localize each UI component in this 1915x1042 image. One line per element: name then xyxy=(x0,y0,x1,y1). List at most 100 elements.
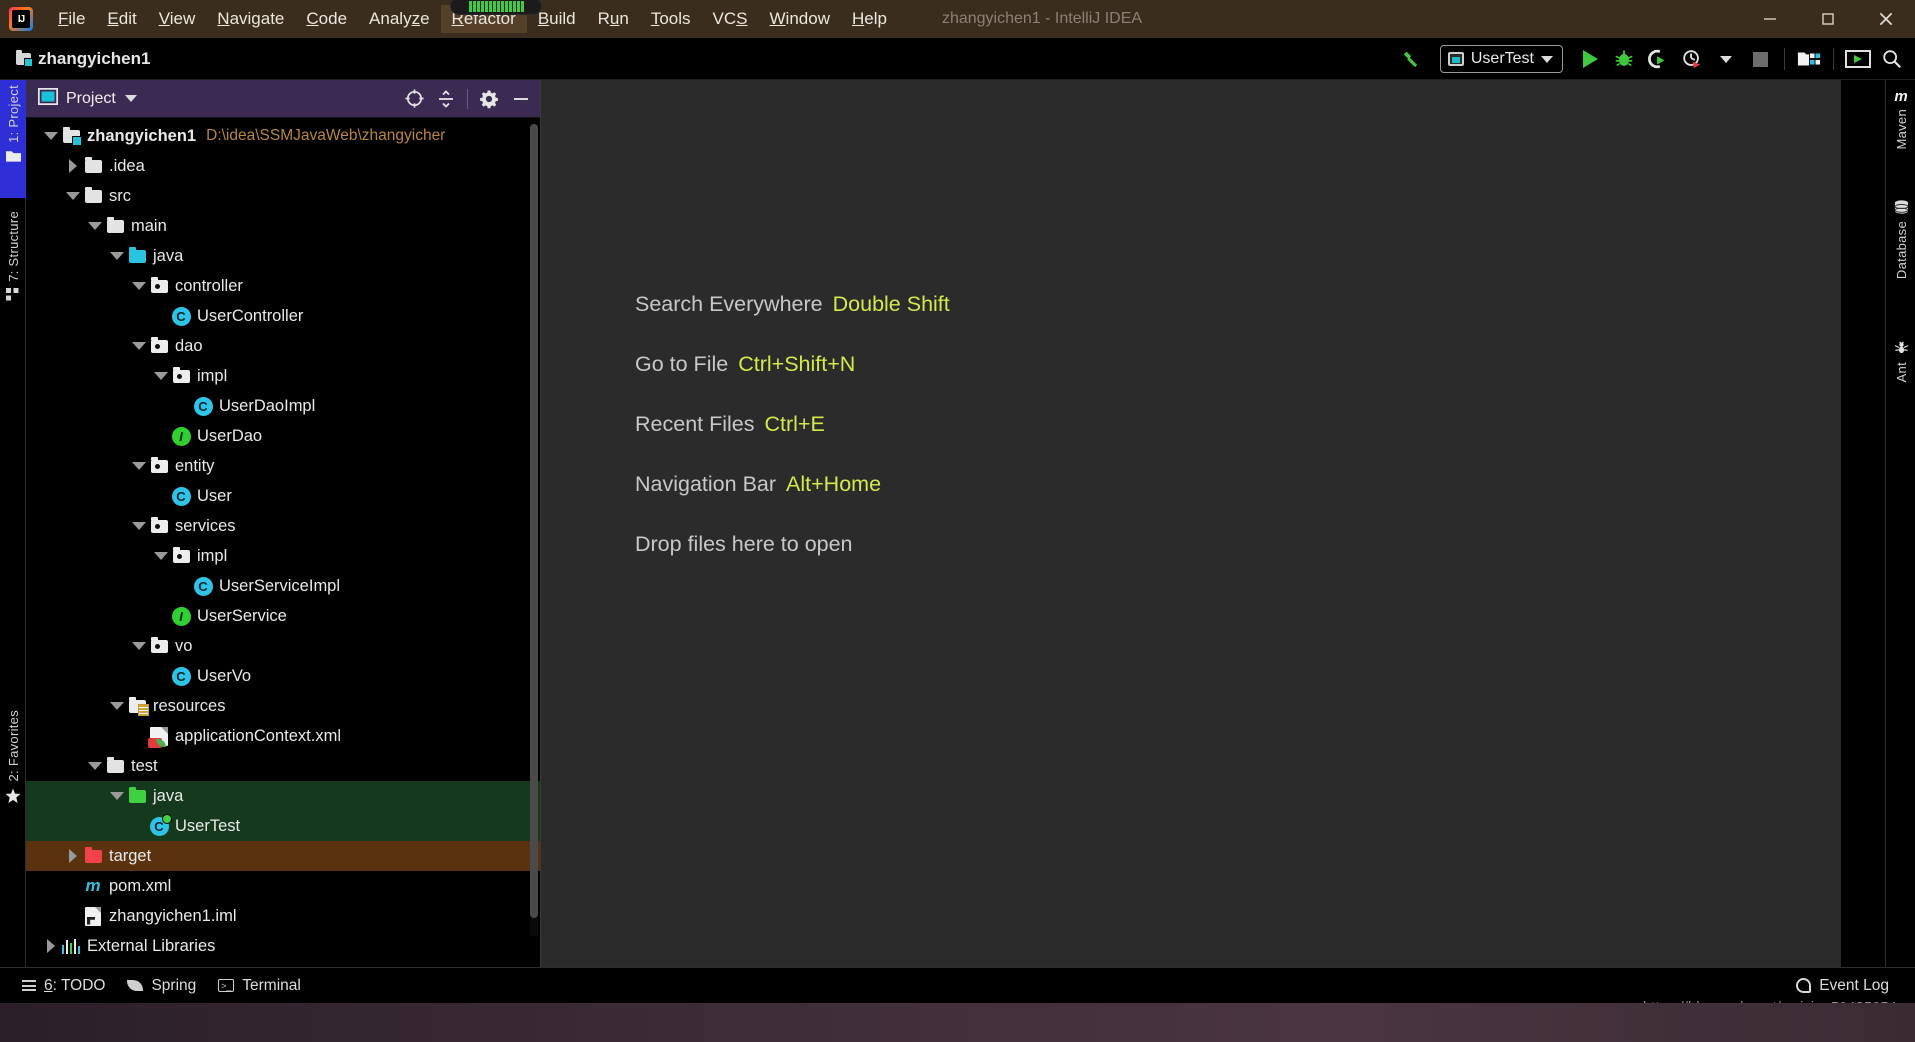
status-todo[interactable]: 6: TODO xyxy=(22,977,105,995)
debug-button[interactable] xyxy=(1609,44,1639,74)
menu-item-navigate[interactable]: Navigate xyxy=(206,5,295,33)
breadcrumb[interactable]: zhangyichen1 xyxy=(16,49,150,69)
editor-empty-area[interactable]: Search Everywhere Double Shift Go to File C… xyxy=(541,80,1841,967)
chevron-right-icon[interactable] xyxy=(64,159,82,173)
run-configuration-selector[interactable]: UserTest xyxy=(1439,45,1563,73)
tree-node--idea[interactable]: .idea xyxy=(26,151,540,181)
project-tree[interactable]: zhangyichen1 D:\idea\SSMJavaWeb\zhangyich… xyxy=(26,118,540,967)
sidebar-item-database[interactable]: Database xyxy=(1886,192,1915,324)
search-button[interactable] xyxy=(1877,44,1907,74)
tree-node-userdao[interactable]: I UserDao xyxy=(26,421,540,451)
chevron-down-icon[interactable] xyxy=(130,462,148,470)
menu-item-code[interactable]: Code xyxy=(295,5,358,33)
status-event-log[interactable]: Event Log xyxy=(1796,977,1889,995)
chevron-down-icon[interactable] xyxy=(64,192,82,200)
tree-node-applicationcontext-xml[interactable]: applicationContext.xml xyxy=(26,721,540,751)
tree-node-controller[interactable]: controller xyxy=(26,271,540,301)
project-tree-scrollbar[interactable] xyxy=(530,124,538,936)
build-button[interactable] xyxy=(1398,44,1428,74)
tree-node-label: applicationContext.xml xyxy=(175,726,341,745)
chevron-down-icon[interactable] xyxy=(108,792,126,800)
tree-node-label: UserDaoImpl xyxy=(219,396,316,415)
maximize-icon xyxy=(1822,13,1834,25)
stop-button[interactable] xyxy=(1745,44,1775,74)
menu-item-window[interactable]: Window xyxy=(759,5,841,33)
tree-node-target[interactable]: target xyxy=(26,841,540,871)
menu-item-analyze[interactable]: Analyze xyxy=(358,5,441,33)
tree-node-test[interactable]: test xyxy=(26,751,540,781)
tree-node-pom-xml[interactable]: m pom.xml xyxy=(26,871,540,901)
tree-node-user[interactable]: C User xyxy=(26,481,540,511)
menu-item-vcs[interactable]: VCS xyxy=(702,5,759,33)
profile-button[interactable] xyxy=(1677,44,1707,74)
menu-item-file[interactable]: File xyxy=(47,5,96,33)
chevron-down-icon[interactable] xyxy=(152,372,170,380)
sidebar-item-favorites[interactable]: 2: Favorites xyxy=(0,705,26,840)
menu-item-view[interactable]: View xyxy=(148,5,207,33)
chevron-down-icon[interactable] xyxy=(124,95,137,102)
chevron-down-icon[interactable] xyxy=(86,762,104,770)
project-structure-button[interactable] xyxy=(1794,44,1824,74)
run-with-coverage-button[interactable] xyxy=(1643,44,1673,74)
tree-node-main[interactable]: main xyxy=(26,211,540,241)
menu-item-help[interactable]: Help xyxy=(841,5,898,33)
menu-item-run[interactable]: Run xyxy=(587,5,640,33)
minimize-button[interactable] xyxy=(1741,0,1799,38)
chevron-down-icon[interactable] xyxy=(42,132,60,140)
tree-node-dao[interactable]: dao xyxy=(26,331,540,361)
status-spring[interactable]: Spring xyxy=(127,977,196,995)
tree-node-userservice[interactable]: I UserService xyxy=(26,601,540,631)
tree-node-java[interactable]: java xyxy=(26,781,540,811)
chevron-down-icon[interactable] xyxy=(152,552,170,560)
status-terminal[interactable]: >_ Terminal xyxy=(218,977,301,995)
tree-node-usercontroller[interactable]: C UserController xyxy=(26,301,540,331)
profile-dropdown-button[interactable] xyxy=(1711,44,1741,74)
sidebar-item-structure[interactable]: 7: Structure xyxy=(0,206,26,338)
maximize-button[interactable] xyxy=(1799,0,1857,38)
tree-node-zhangyichen1[interactable]: zhangyichen1 D:\idea\SSMJavaWeb\zhangyich… xyxy=(26,121,540,151)
sidebar-item-ant[interactable]: Ant xyxy=(1886,332,1915,412)
tree-node-userserviceimpl[interactable]: C UserServiceImpl xyxy=(26,571,540,601)
menu-item-tools[interactable]: Tools xyxy=(640,5,702,33)
tree-node-label: dao xyxy=(175,336,203,355)
tree-node-resources[interactable]: resources xyxy=(26,691,540,721)
hide-panel-button[interactable] xyxy=(510,88,532,110)
collapse-all-button[interactable] xyxy=(435,88,457,110)
menu-item-edit[interactable]: Edit xyxy=(96,5,147,33)
tree-node-label: resources xyxy=(153,696,226,715)
tree-node-entity[interactable]: entity xyxy=(26,451,540,481)
scroll-from-source-button[interactable] xyxy=(403,88,425,110)
tree-node-uservo[interactable]: C UserVo xyxy=(26,661,540,691)
tree-node-impl[interactable]: impl xyxy=(26,361,540,391)
chevron-down-icon[interactable] xyxy=(130,342,148,350)
close-button[interactable] xyxy=(1857,0,1915,38)
tree-node-userdaoimpl[interactable]: C UserDaoImpl xyxy=(26,391,540,421)
settings-button[interactable] xyxy=(478,88,500,110)
chevron-down-icon[interactable] xyxy=(86,222,104,230)
chevron-down-icon[interactable] xyxy=(130,642,148,650)
tree-node-external-libraries[interactable]: External Libraries xyxy=(26,931,540,961)
chevron-down-icon[interactable] xyxy=(130,522,148,530)
tree-node-zhangyichen1-iml[interactable]: zhangyichen1.iml xyxy=(26,901,540,931)
test-source-root-folder-icon xyxy=(128,786,146,803)
sidebar-item-maven[interactable]: m Maven xyxy=(1886,80,1915,184)
chevron-down-icon[interactable] xyxy=(108,702,126,710)
run-button[interactable] xyxy=(1575,44,1605,74)
chevron-right-icon[interactable] xyxy=(42,939,60,953)
iml-module-file-icon xyxy=(85,906,101,926)
tree-node-services[interactable]: services xyxy=(26,511,540,541)
tree-node-icon xyxy=(82,156,104,173)
chevron-down-icon[interactable] xyxy=(130,282,148,290)
tree-node-impl[interactable]: impl xyxy=(26,541,540,571)
sidebar-item-project[interactable]: 1: Project xyxy=(0,80,26,198)
status-spring-label: Spring xyxy=(151,976,197,994)
scrollbar-thumb[interactable] xyxy=(530,124,538,918)
memory-indicator[interactable] xyxy=(450,0,542,15)
chevron-down-icon[interactable] xyxy=(108,252,126,260)
preview-button[interactable] xyxy=(1843,44,1873,74)
tree-node-java[interactable]: java xyxy=(26,241,540,271)
chevron-right-icon[interactable] xyxy=(64,849,82,863)
tree-node-vo[interactable]: vo xyxy=(26,631,540,661)
tree-node-src[interactable]: src xyxy=(26,181,540,211)
tree-node-usertest[interactable]: C UserTest xyxy=(26,811,540,841)
